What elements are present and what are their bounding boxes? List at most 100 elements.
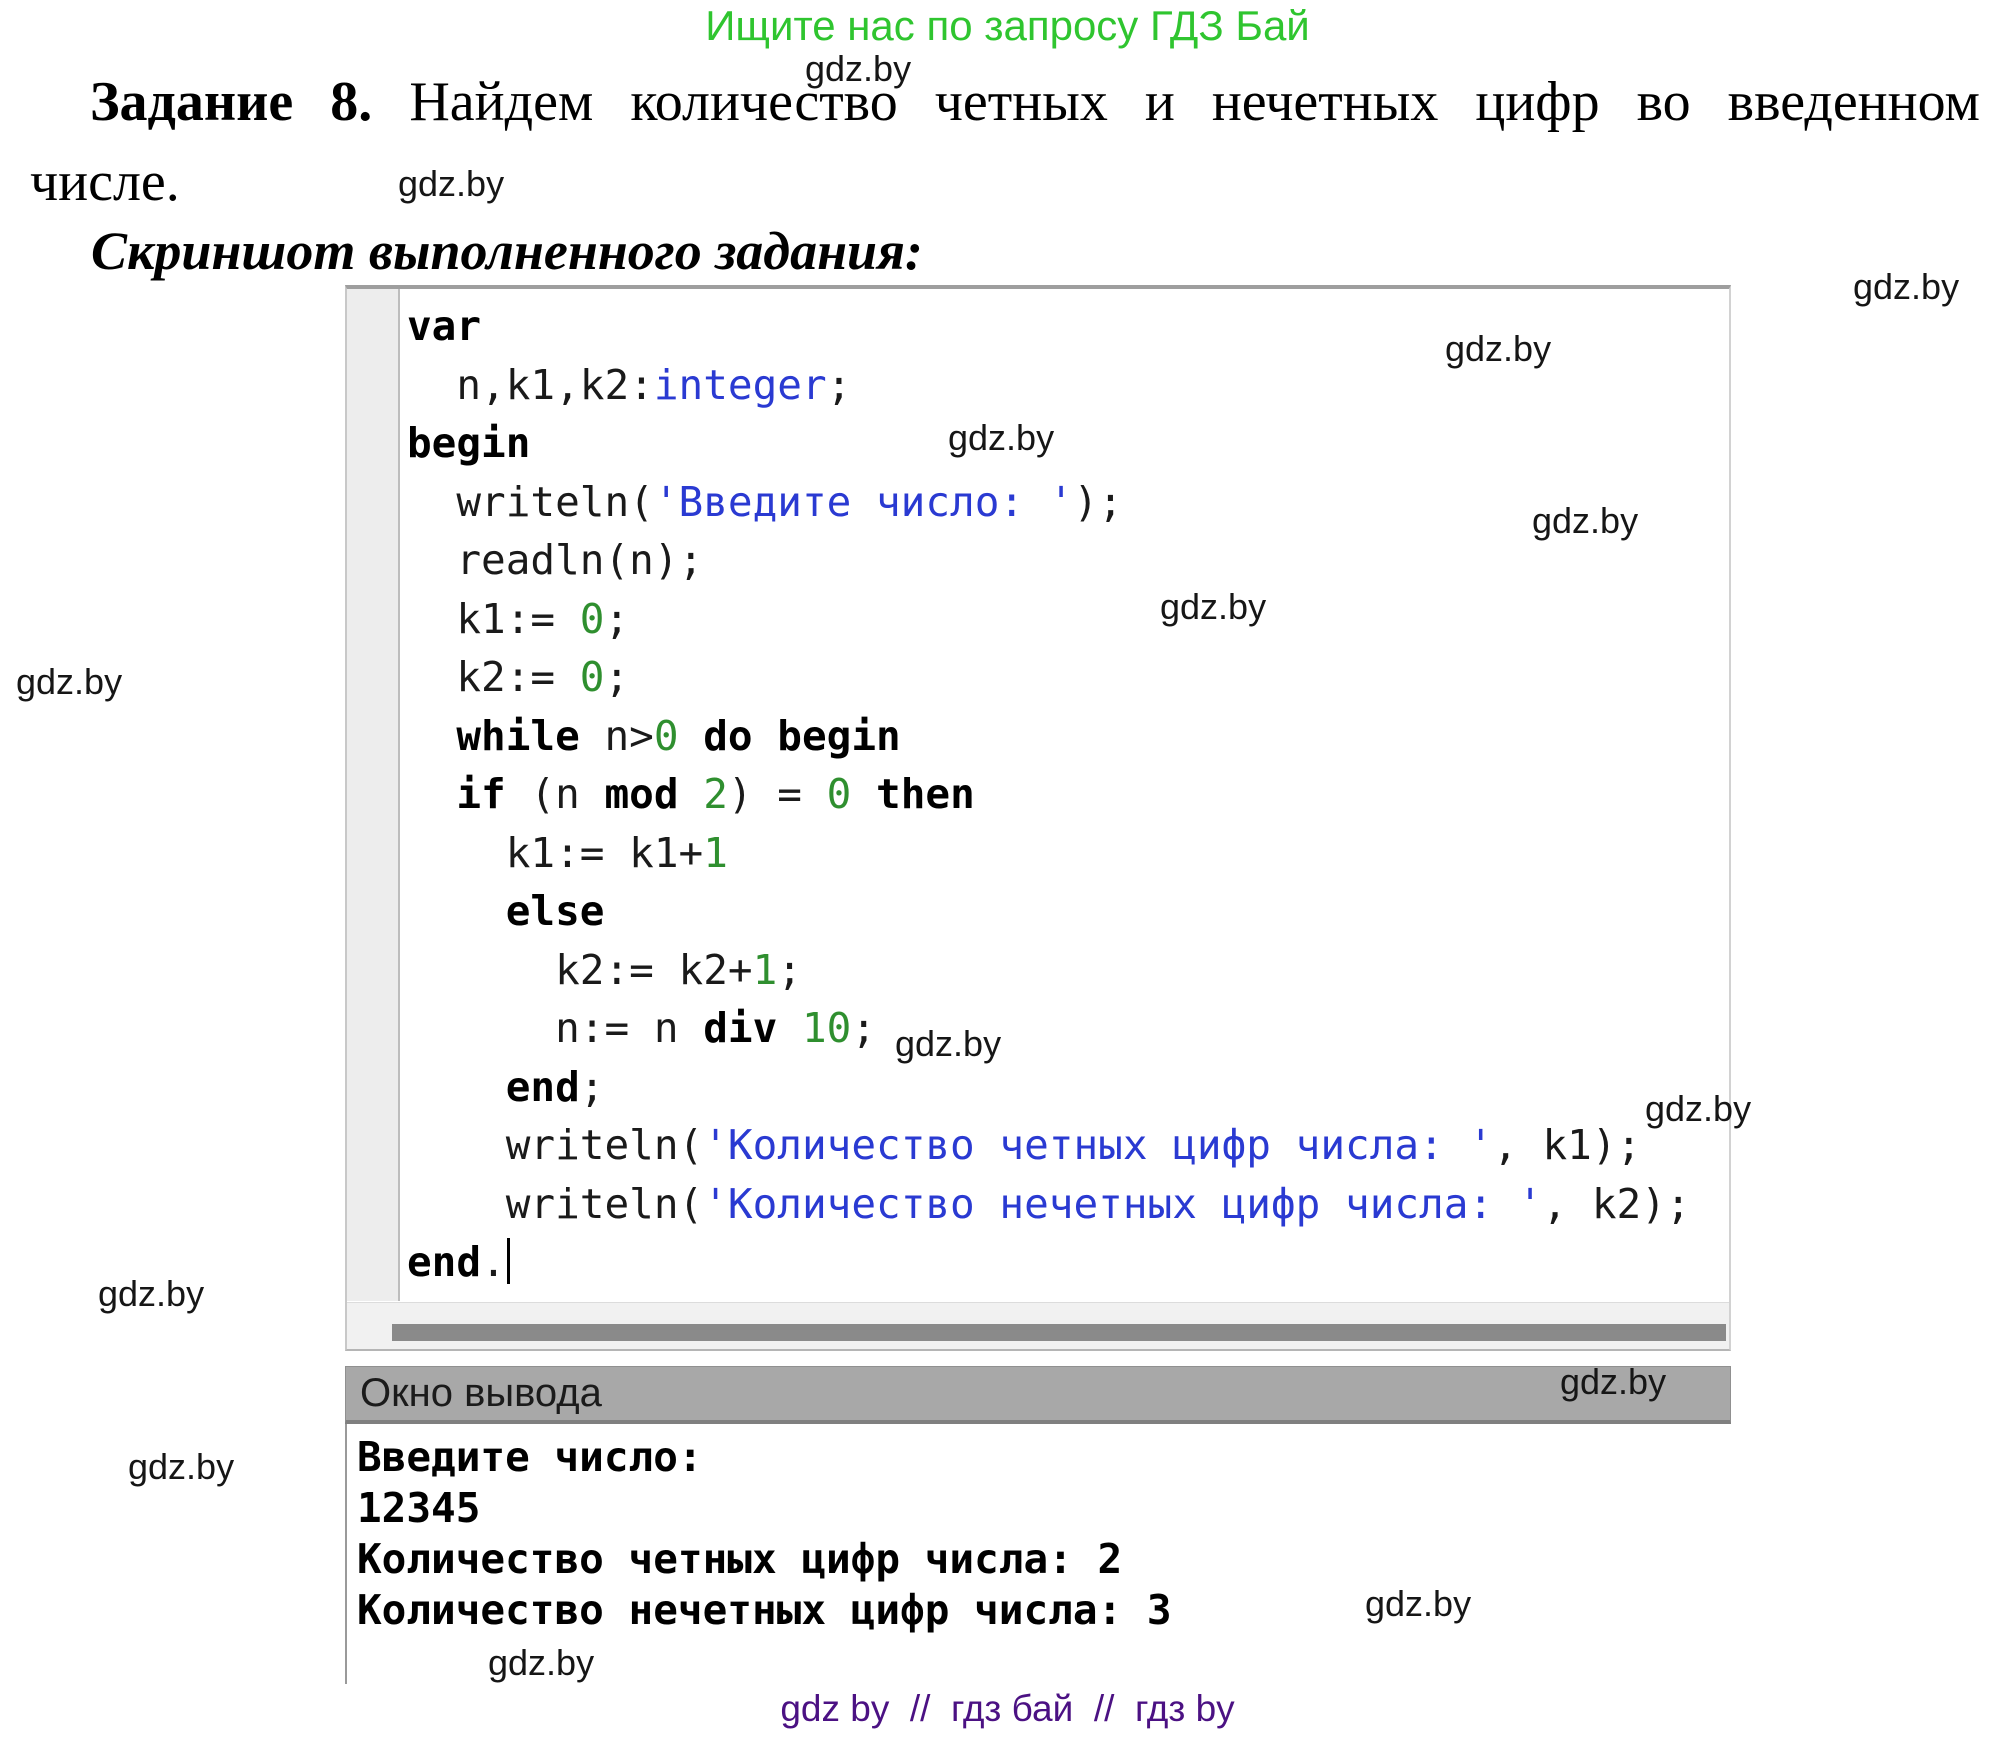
code-text: k1:= bbox=[456, 595, 579, 643]
gdz-watermark: gdz.by bbox=[128, 1446, 234, 1488]
code-text: writeln( bbox=[506, 1121, 703, 1169]
task-paragraph: Задание 8. Найдем количество четных и не… bbox=[30, 62, 1980, 222]
gdz-watermark: gdz.by bbox=[1160, 586, 1266, 628]
code-text: ; bbox=[827, 361, 852, 409]
horizontal-scrollbar-track[interactable] bbox=[347, 1302, 1729, 1349]
screenshot-subtitle: Скриншот выполненного задания: bbox=[91, 220, 923, 282]
code-keyword: end bbox=[506, 1063, 580, 1111]
code-keyword: end bbox=[407, 1238, 481, 1286]
gdz-watermark: gdz.by bbox=[98, 1273, 204, 1315]
editor-gutter bbox=[347, 289, 400, 1301]
code-number: 1 bbox=[753, 946, 778, 994]
code-text: k2:= k2+ bbox=[555, 946, 752, 994]
code-keyword: begin bbox=[777, 712, 900, 760]
gdz-watermark: gdz.by bbox=[398, 163, 504, 205]
code-line: readln(n); bbox=[407, 531, 1729, 590]
output-window: Окно вывода Введите число:12345Количеств… bbox=[345, 1366, 1731, 1684]
text-caret bbox=[507, 1238, 510, 1284]
code-text: , k1); bbox=[1493, 1121, 1641, 1169]
code-text bbox=[679, 712, 704, 760]
output-window-titlebar: Окно вывода bbox=[345, 1366, 1731, 1424]
code-text: ; bbox=[580, 1063, 605, 1111]
code-text: k2:= bbox=[456, 653, 579, 701]
code-text: (n bbox=[506, 770, 605, 818]
code-text: n> bbox=[580, 712, 654, 760]
horizontal-scrollbar-thumb[interactable] bbox=[392, 1324, 1726, 1341]
code-text: ); bbox=[1073, 478, 1122, 526]
code-number: 0 bbox=[580, 595, 605, 643]
code-line: writeln('Количество четных цифр числа: '… bbox=[407, 1116, 1729, 1175]
code-line: writeln('Введите число: '); bbox=[407, 473, 1729, 532]
code-text: ; bbox=[604, 653, 629, 701]
gdz-watermark: gdz.by bbox=[1445, 328, 1551, 370]
code-number: 10 bbox=[802, 1004, 851, 1052]
code-line: k2:= k2+1; bbox=[407, 941, 1729, 1000]
code-type: integer bbox=[654, 361, 827, 409]
code-text: n:= n bbox=[555, 1004, 703, 1052]
code-line: else bbox=[407, 882, 1729, 941]
output-line: Количество четных цифр числа: 2 bbox=[357, 1534, 1731, 1585]
gdz-watermark: gdz.by bbox=[895, 1023, 1001, 1065]
code-number: 0 bbox=[654, 712, 679, 760]
code-line: if (n mod 2) = 0 then bbox=[407, 765, 1729, 824]
code-line: begin bbox=[407, 414, 1729, 473]
code-number: 0 bbox=[580, 653, 605, 701]
task-heading-line1: Задание 8. Найдем количество четных и не… bbox=[30, 62, 1980, 142]
promo-banner-text: Ищите нас по запросу ГДЗ Бай bbox=[0, 2, 2015, 50]
output-line: Введите число: bbox=[357, 1432, 1731, 1483]
code-line: k1:= k1+1 bbox=[407, 824, 1729, 883]
code-string: 'Количество четных цифр числа: ' bbox=[703, 1121, 1493, 1169]
code-keyword: else bbox=[506, 887, 605, 935]
code-keyword: begin bbox=[407, 419, 530, 467]
code-line: end; bbox=[407, 1058, 1729, 1117]
code-line: k1:= 0; bbox=[407, 590, 1729, 649]
code-keyword: mod bbox=[604, 770, 678, 818]
code-text: ) = bbox=[728, 770, 827, 818]
code-line: n:= n div 10; bbox=[407, 999, 1729, 1058]
gdz-watermark: gdz.by bbox=[1365, 1583, 1471, 1625]
code-text: n,k1,k2: bbox=[456, 361, 653, 409]
output-line: Количество нечетных цифр числа: 3 bbox=[357, 1585, 1731, 1636]
gdz-watermark: gdz.by bbox=[1853, 266, 1959, 308]
code-line: end. bbox=[407, 1233, 1729, 1292]
code-number: 0 bbox=[827, 770, 852, 818]
gdz-watermark: gdz.by bbox=[1532, 500, 1638, 542]
gdz-watermark: gdz.by bbox=[1560, 1361, 1666, 1403]
code-text: , k2); bbox=[1542, 1180, 1690, 1228]
code-keyword: while bbox=[456, 712, 579, 760]
code-text: ; bbox=[777, 946, 802, 994]
code-text-area[interactable]: varn,k1,k2:integer;beginwriteln('Введите… bbox=[402, 289, 1729, 1302]
code-string: 'Количество нечетных цифр числа: ' bbox=[703, 1180, 1542, 1228]
code-text bbox=[753, 712, 778, 760]
task-number: Задание 8. bbox=[90, 71, 372, 133]
code-string: 'Введите число: ' bbox=[654, 478, 1074, 526]
code-keyword: do bbox=[703, 712, 752, 760]
code-line: while n>0 do begin bbox=[407, 707, 1729, 766]
code-keyword: var bbox=[407, 302, 481, 350]
gdz-watermark: gdz.by bbox=[488, 1642, 594, 1684]
gdz-watermark: gdz.by bbox=[1645, 1088, 1751, 1130]
gdz-watermark: gdz.by bbox=[805, 48, 911, 90]
footer-watermark: gdz by // гдз бай // гдз by bbox=[0, 1688, 2015, 1730]
code-text: writeln( bbox=[506, 1180, 703, 1228]
document-page: Ищите нас по запросу ГДЗ Бай gdz.by gdz.b… bbox=[0, 0, 2015, 1739]
code-text: k1:= k1+ bbox=[506, 829, 703, 877]
gdz-watermark: gdz.by bbox=[948, 417, 1054, 459]
code-text bbox=[851, 770, 876, 818]
code-number: 1 bbox=[703, 829, 728, 877]
output-line: 12345 bbox=[357, 1483, 1731, 1534]
code-line: writeln('Количество нечетных цифр числа:… bbox=[407, 1175, 1729, 1234]
code-text: ; bbox=[604, 595, 629, 643]
code-text: readln(n); bbox=[456, 536, 703, 584]
code-text bbox=[777, 1004, 802, 1052]
code-text bbox=[679, 770, 704, 818]
code-keyword: div bbox=[703, 1004, 777, 1052]
code-text: ; bbox=[851, 1004, 876, 1052]
gdz-watermark: gdz.by bbox=[16, 661, 122, 703]
task-text: Найдем количество четных и нечетных цифр… bbox=[409, 71, 1980, 133]
code-text: writeln( bbox=[456, 478, 653, 526]
task-heading-line2: числе. bbox=[30, 142, 1980, 222]
code-keyword: then bbox=[876, 770, 975, 818]
code-text: . bbox=[481, 1238, 506, 1286]
code-line: k2:= 0; bbox=[407, 648, 1729, 707]
